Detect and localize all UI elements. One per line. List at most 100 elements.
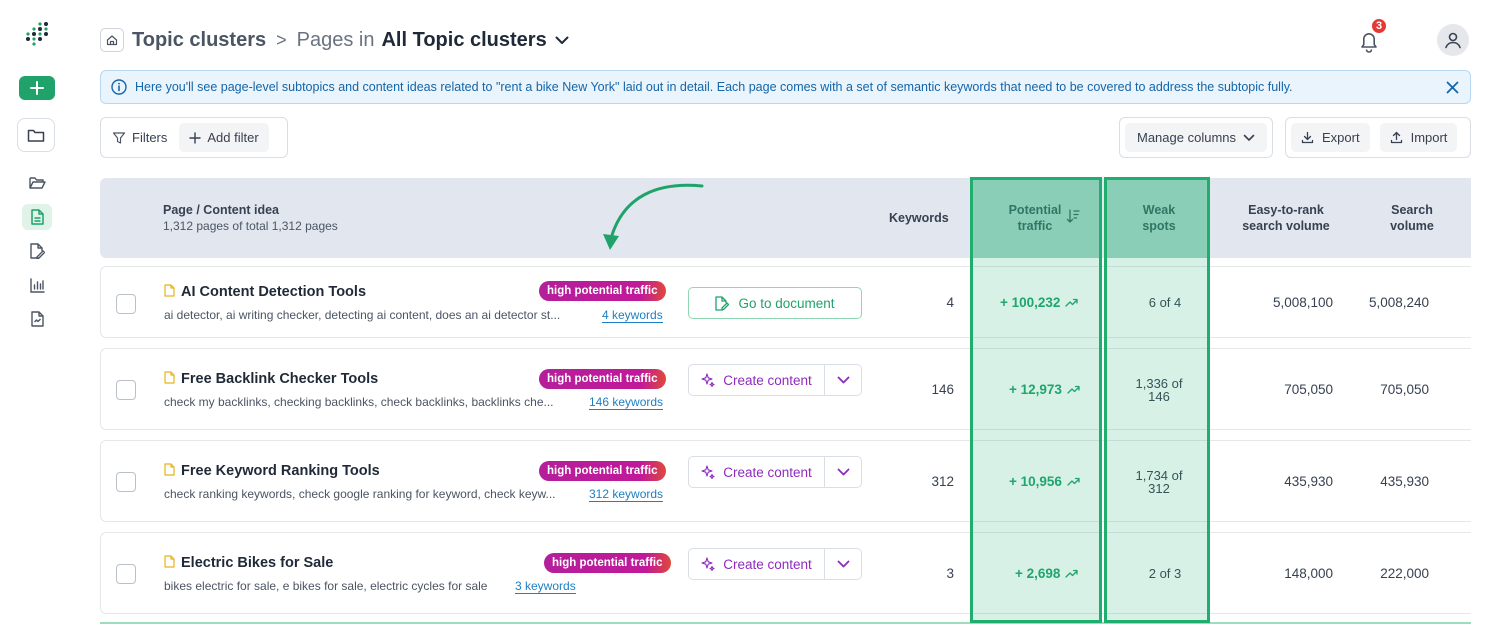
rail-pages[interactable] <box>22 204 52 230</box>
column-page[interactable]: Page / Content idea 1,312 pages of total… <box>163 202 338 234</box>
row-title[interactable]: Free Backlink Checker Tools <box>181 371 378 387</box>
easy-to-rank-value: 435,930 <box>1284 474 1333 489</box>
potential-traffic-value: + 12,973 <box>1009 382 1080 397</box>
row-title[interactable]: AI Content Detection Tools <box>181 284 366 300</box>
filters-button[interactable]: Filters <box>112 130 167 145</box>
keywords-link[interactable]: 3 keywords <box>515 579 576 594</box>
search-volume-value: 705,050 <box>1380 382 1429 397</box>
rail-analytics[interactable] <box>22 272 52 298</box>
status-badge: high potential traffic <box>544 553 671 573</box>
col-search-l1: Search <box>1391 203 1433 217</box>
easy-to-rank-value: 148,000 <box>1284 566 1333 581</box>
home-button[interactable] <box>100 28 124 52</box>
breadcrumb-topic-clusters[interactable]: Topic clusters <box>132 29 266 52</box>
table-row[interactable]: AI Content Detection Tools high potentia… <box>100 266 1471 338</box>
chevron-down-icon <box>837 468 849 476</box>
table-header: Page / Content idea 1,312 pages of total… <box>100 178 1471 258</box>
projects-button[interactable] <box>17 118 55 152</box>
row-checkbox[interactable] <box>116 294 136 314</box>
table-row[interactable]: Electric Bikes for Sale high potential t… <box>100 532 1471 614</box>
row-checkbox[interactable] <box>116 564 136 584</box>
create-content-main[interactable]: Create content <box>689 549 825 579</box>
avatar[interactable] <box>1437 24 1469 56</box>
logo-icon[interactable] <box>22 20 52 48</box>
col-easy-l1: Easy-to-rank <box>1248 203 1324 217</box>
col-traffic-l2: traffic <box>1017 219 1053 233</box>
cluster-selector[interactable]: All Topic clusters <box>381 29 546 52</box>
chart-icon <box>29 277 45 293</box>
column-potential-traffic[interactable]: Potential traffic <box>1000 202 1070 234</box>
breadcrumb-separator: > <box>276 29 287 50</box>
rail-folder-open[interactable] <box>22 170 52 196</box>
keywords-link[interactable]: 146 keywords <box>589 395 664 410</box>
folder-icon <box>27 129 45 142</box>
weak-b: 146 <box>1148 389 1170 404</box>
create-button[interactable] <box>19 76 55 100</box>
traffic-text: + 12,973 <box>1009 382 1062 397</box>
table-row[interactable]: Free Backlink Checker Tools high potenti… <box>100 348 1471 430</box>
weak-spots-value: 6 of 4 <box>1123 296 1207 309</box>
rail-editor[interactable] <box>22 238 52 264</box>
filter-bar: Filters Add filter <box>100 117 288 158</box>
column-search-volume[interactable]: Search volume <box>1372 202 1452 234</box>
create-content-button[interactable]: Create content <box>688 456 862 488</box>
create-content-button[interactable]: Create content <box>688 364 862 396</box>
weak-spots-value: 1,336 of 146 <box>1123 377 1195 403</box>
chevron-down-icon <box>1243 134 1255 141</box>
import-icon <box>1390 131 1402 144</box>
column-weak-spots[interactable]: Weak spots <box>1122 202 1196 234</box>
create-content-dropdown[interactable] <box>825 549 861 579</box>
chevron-down-icon <box>837 560 849 568</box>
filter-icon <box>112 131 126 144</box>
weak-b: 312 <box>1148 481 1170 496</box>
export-icon <box>1301 131 1314 144</box>
create-content-label: Create content <box>723 556 812 572</box>
filters-label: Filters <box>132 130 168 145</box>
keywords-link[interactable]: 312 keywords <box>589 487 664 502</box>
document-icon <box>164 463 175 476</box>
add-filter-button[interactable]: Add filter <box>179 123 269 152</box>
create-content-dropdown[interactable] <box>825 365 861 395</box>
sparkle-icon <box>701 465 715 479</box>
go-to-document-label: Go to document <box>738 295 835 311</box>
document-icon <box>30 209 44 225</box>
keywords-count: 4 <box>946 295 954 310</box>
table-row[interactable]: Free Keyword Ranking Tools high potentia… <box>100 440 1471 522</box>
row-checkbox[interactable] <box>116 472 136 492</box>
row-keywords-preview: check ranking keywords, check google ran… <box>164 487 556 501</box>
left-rail <box>0 0 72 626</box>
keywords-count: 146 <box>931 382 954 397</box>
col-easy-l2: search volume <box>1242 219 1330 233</box>
create-content-main[interactable]: Create content <box>689 457 825 487</box>
create-content-main[interactable]: Create content <box>689 365 825 395</box>
go-document-icon <box>715 295 730 311</box>
manage-columns-button[interactable]: Manage columns <box>1125 123 1267 152</box>
status-badge: high potential traffic <box>539 369 666 389</box>
keywords-link[interactable]: 4 keywords <box>602 308 663 323</box>
column-page-label: Page / Content idea <box>163 203 279 217</box>
create-content-button[interactable]: Create content <box>688 548 862 580</box>
row-title[interactable]: Electric Bikes for Sale <box>181 555 333 571</box>
close-icon[interactable] <box>1444 79 1460 95</box>
rail-reports[interactable] <box>22 306 52 332</box>
next-row-edge <box>100 622 1471 626</box>
edit-document-icon <box>29 243 45 259</box>
column-keywords[interactable]: Keywords <box>889 210 949 226</box>
sort-icon[interactable] <box>1066 208 1080 224</box>
create-content-dropdown[interactable] <box>825 457 861 487</box>
chevron-down-icon[interactable] <box>555 36 569 45</box>
home-icon <box>106 35 118 46</box>
row-checkbox[interactable] <box>116 380 136 400</box>
import-button[interactable]: Import <box>1379 123 1458 152</box>
column-easy-to-rank[interactable]: Easy-to-rank search volume <box>1231 202 1341 234</box>
status-badge: high potential traffic <box>539 461 666 481</box>
export-button[interactable]: Export <box>1291 123 1370 152</box>
manage-columns-box: Manage columns <box>1119 117 1273 158</box>
weak-a: 2 of 3 <box>1148 566 1182 581</box>
go-to-document-button[interactable]: Go to document <box>688 287 862 319</box>
row-title[interactable]: Free Keyword Ranking Tools <box>181 463 380 479</box>
document-icon <box>164 555 175 568</box>
easy-to-rank-value: 705,050 <box>1284 382 1333 397</box>
col-weak-l1: Weak <box>1142 203 1176 217</box>
breadcrumb: Topic clusters > Pages in All Topic clus… <box>132 28 569 52</box>
